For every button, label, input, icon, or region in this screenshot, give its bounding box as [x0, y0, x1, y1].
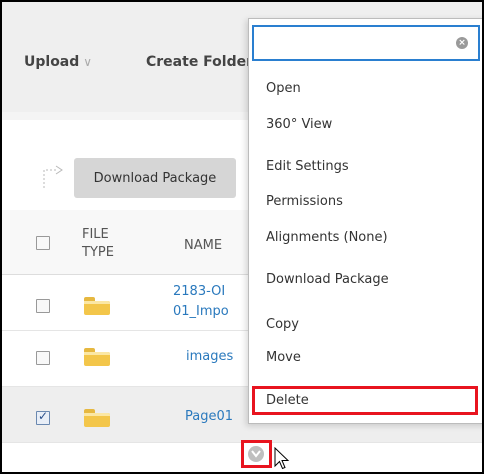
item-name-line1: 2183-OI: [173, 284, 226, 299]
item-link[interactable]: 2183-OI 01_Impo: [173, 282, 229, 322]
select-all-checkbox[interactable]: [36, 236, 50, 250]
menu-search-input[interactable]: [260, 27, 454, 59]
menu-item-edit-settings[interactable]: Edit Settings: [266, 159, 349, 174]
row-checkbox[interactable]: [36, 299, 50, 313]
clear-search-icon[interactable]: ×: [456, 37, 468, 49]
menu-item-open[interactable]: Open: [266, 81, 301, 96]
download-package-button[interactable]: Download Package: [74, 158, 236, 198]
mouse-pointer-icon: [274, 447, 290, 470]
folder-icon: [84, 409, 110, 427]
item-link[interactable]: images: [186, 347, 233, 367]
file-type-line1: FILE: [82, 227, 109, 242]
folder-icon: [84, 297, 110, 315]
upload-menu-button[interactable]: Upload ∨: [24, 54, 92, 70]
file-type-line2: TYPE: [82, 245, 114, 260]
menu-search-box: ×: [252, 25, 480, 61]
chevron-highlight-box: [241, 440, 272, 468]
menu-item-move[interactable]: Move: [266, 350, 301, 365]
folder-icon: [84, 348, 110, 366]
menu-item-alignments[interactable]: Alignments (None): [266, 230, 388, 245]
upload-label: Upload: [24, 54, 80, 70]
menu-item-copy[interactable]: Copy: [266, 317, 299, 332]
column-header-file-type[interactable]: FILE TYPE: [82, 226, 122, 262]
item-link[interactable]: Page01: [185, 407, 233, 427]
item-name-line2: 01_Impo: [173, 304, 229, 319]
context-menu: × Open 360° View Edit Settings Permissio…: [248, 18, 482, 424]
column-header-name[interactable]: NAME: [184, 238, 222, 253]
delete-highlight-box: [252, 386, 478, 415]
row-checkbox[interactable]: [36, 351, 50, 365]
menu-item-360-view[interactable]: 360° View: [266, 117, 332, 132]
menu-item-download-package[interactable]: Download Package: [266, 272, 389, 287]
chevron-down-icon: ∨: [83, 55, 93, 69]
bracket-arrow-icon: [43, 165, 63, 188]
create-folder-button[interactable]: Create Folder: [146, 54, 251, 70]
menu-item-permissions[interactable]: Permissions: [266, 194, 343, 209]
app-frame: Upload ∨ Create Folder Download Package F…: [0, 0, 484, 474]
row-checkbox-checked[interactable]: [36, 409, 50, 425]
